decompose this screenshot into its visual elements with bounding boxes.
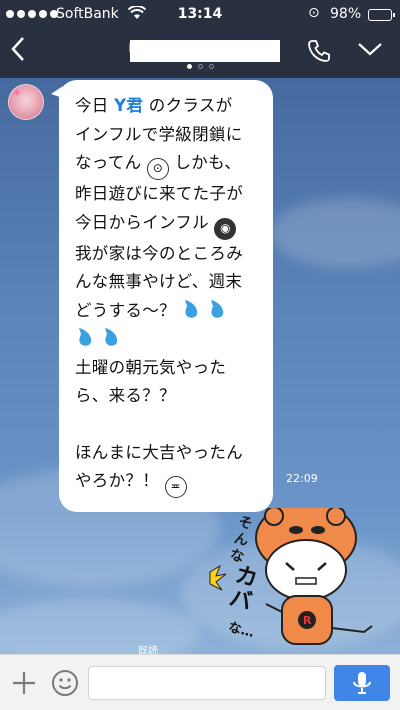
page-dot (208, 64, 214, 69)
smiley-icon (52, 670, 78, 696)
phone-icon (308, 40, 330, 62)
svg-text:R: R (303, 614, 312, 627)
message-bubble[interactable]: 今日 Y君 のクラスが インフルで学級閉鎖に なってん ⊙ しかも、 昨日遊びに… (51, 80, 273, 512)
message-line: ほんまに大吉やったん (75, 442, 243, 462)
menu-toggle-button[interactable] (356, 40, 384, 62)
chevron-left-icon (11, 37, 24, 61)
voice-input-button[interactable] (334, 665, 390, 701)
shocked-face-emoji-icon: ⊙ (146, 158, 169, 180)
svg-text:な…: な… (227, 620, 256, 641)
chat-header: ■ (0, 30, 400, 78)
svg-text:そんな: そんな (228, 514, 254, 566)
plus-icon (13, 672, 35, 694)
read-receipt: 既読 (138, 646, 158, 654)
avatar[interactable] (8, 84, 44, 120)
add-attachment-button[interactable] (10, 669, 38, 701)
sweat-drop-icon (79, 328, 92, 346)
worried-face-emoji-icon: ≖ (164, 476, 187, 498)
message-line: んな無事やけど、週末 (75, 272, 243, 291)
battery-icon (368, 9, 395, 21)
hippo-costume-sticker[interactable]: そんな カバ な… R (196, 501, 396, 654)
page-dot (186, 64, 192, 69)
highlighted-name: Y君 (114, 96, 144, 115)
page-dot (197, 64, 203, 69)
message-line: 今日 Y君 のクラスが (75, 96, 233, 115)
message-line: やろか？！ ≖ (75, 467, 259, 498)
message-line: なってん ⊙ しかも、 (75, 149, 259, 180)
chat-area[interactable]: 今日 Y君 のクラスが インフルで学級閉鎖に なってん ⊙ しかも、 昨日遊びに… (0, 78, 400, 654)
screaming-face-emoji-icon: ◉ (214, 217, 237, 240)
svg-text:カバ: カバ (227, 563, 260, 616)
microphone-icon (353, 672, 371, 694)
chat-title-redacted (130, 40, 280, 62)
message-line: ら、来る？？ (75, 386, 176, 405)
rotation-lock-icon: ⊙ (308, 5, 320, 21)
message-line: 土曜の朝元気やった (75, 357, 227, 377)
message-line: 我が家は今のところみ (75, 243, 243, 263)
message-line: どうする～？ (75, 297, 259, 326)
page-indicator (0, 64, 400, 69)
emoji-button[interactable] (50, 668, 80, 702)
message-line: 今日からインフル ◉ (75, 209, 259, 240)
call-button[interactable] (306, 38, 332, 68)
sweat-drop-icon (104, 328, 117, 346)
message-input[interactable] (88, 666, 326, 700)
battery-percent: 98% (330, 6, 362, 22)
message-timestamp: 22:09 (286, 472, 318, 485)
sweat-drop-icon (185, 299, 198, 318)
message-line: インフルで学級閉鎖に (75, 124, 243, 144)
composer-bar (0, 654, 400, 710)
chevron-down-icon (358, 43, 382, 56)
status-bar: SoftBank 13:14 ⊙ 98% (0, 0, 400, 30)
message-line: 昨日遊びに来てた子が (75, 184, 243, 203)
sweat-drop-icon (210, 299, 224, 318)
message-line (75, 325, 259, 354)
